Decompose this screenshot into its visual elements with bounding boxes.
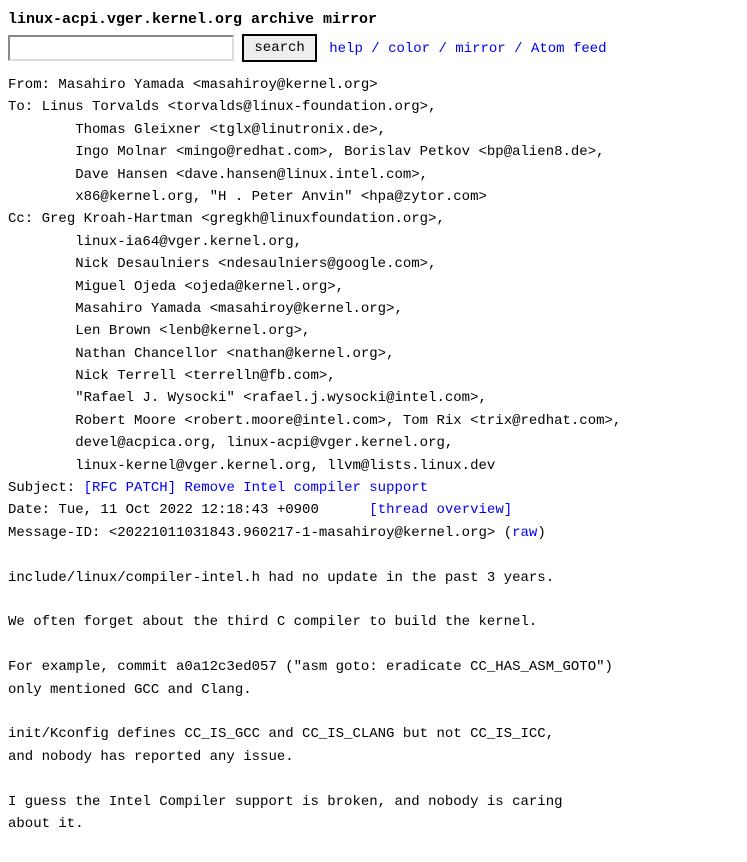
body-line: We often forget about the third C compil… — [8, 614, 537, 630]
nav-sep: / — [371, 41, 388, 57]
header-nav: help / color / mirror / Atom feed — [329, 41, 606, 57]
to-line: Ingo Molnar <mingo@redhat.com>, Borislav… — [75, 144, 604, 160]
body-line: For example, commit a0a12c3ed057 ("asm g… — [8, 659, 613, 675]
cc-line: Greg Kroah-Hartman <gregkh@linuxfoundati… — [42, 211, 445, 227]
body-line: include/linux/compiler-intel.h had no up… — [8, 570, 554, 586]
to-line: Thomas Gleixner <tglx@linutronix.de>, — [75, 122, 386, 138]
body-line: init/Kconfig defines CC_IS_GCC and CC_IS… — [8, 726, 554, 742]
to-line: x86@kernel.org, "H . Peter Anvin" <hpa@z… — [75, 189, 487, 205]
date-value: Tue, 11 Oct 2022 12:18:43 +0900 — [58, 502, 318, 518]
msgid-value: <20221011031843.960217-1-masahiroy@kerne… — [109, 525, 495, 541]
cc-line: Robert Moore <robert.moore@intel.com>, T… — [75, 413, 621, 429]
search-form: search — [8, 41, 325, 57]
search-button[interactable]: search — [242, 34, 316, 62]
cc-line: "Rafael J. Wysocki" <rafael.j.wysocki@in… — [75, 390, 487, 406]
subject-label: Subject: — [8, 480, 84, 496]
from-value: Masahiro Yamada <masahiroy@kernel.org> — [58, 77, 377, 93]
mirror-link[interactable]: mirror — [455, 41, 505, 57]
body-line: only mentioned GCC and Clang. — [8, 682, 252, 698]
from-label: From: — [8, 77, 58, 93]
search-row: search help / color / mirror / Atom feed — [8, 34, 739, 62]
search-input[interactable] — [8, 35, 234, 61]
cc-line: linux-kernel@vger.kernel.org, llvm@lists… — [75, 458, 495, 474]
cc-line: Nick Desaulniers <ndesaulniers@google.co… — [75, 256, 436, 272]
help-link[interactable]: help — [329, 41, 363, 57]
to-line: Dave Hansen <dave.hansen@linux.intel.com… — [75, 167, 428, 183]
nav-sep: / — [438, 41, 455, 57]
body-line: and nobody has reported any issue. — [8, 749, 294, 765]
cc-line: Nathan Chancellor <nathan@kernel.org>, — [75, 346, 394, 362]
to-line: Linus Torvalds <torvalds@linux-foundatio… — [42, 99, 437, 115]
nav-sep: / — [514, 41, 531, 57]
body-line: I guess the Intel Compiler support is br… — [8, 794, 563, 810]
thread-overview-link[interactable]: [thread overview] — [369, 502, 512, 518]
cc-line: Nick Terrell <terrelln@fb.com>, — [75, 368, 335, 384]
cc-line: Len Brown <lenb@kernel.org>, — [75, 323, 310, 339]
cc-line: Masahiro Yamada <masahiroy@kernel.org>, — [75, 301, 403, 317]
atom-feed-link[interactable]: Atom feed — [531, 41, 607, 57]
cc-line: linux-ia64@vger.kernel.org, — [75, 234, 302, 250]
cc-line: Miguel Ojeda <ojeda@kernel.org>, — [75, 279, 344, 295]
archive-title: linux-acpi.vger.kernel.org archive mirro… — [8, 8, 739, 32]
cc-line: devel@acpica.org, linux-acpi@vger.kernel… — [75, 435, 453, 451]
date-label: Date: — [8, 502, 58, 518]
raw-link[interactable]: raw — [512, 525, 537, 541]
message: From: Masahiro Yamada <masahiroy@kernel.… — [8, 74, 739, 835]
msgid-label: Message-ID: — [8, 525, 109, 541]
color-link[interactable]: color — [388, 41, 430, 57]
cc-label: Cc: — [8, 211, 42, 227]
body-line: about it. — [8, 816, 84, 832]
subject-link[interactable]: [RFC PATCH] Remove Intel compiler suppor… — [84, 480, 428, 496]
to-label: To: — [8, 99, 42, 115]
